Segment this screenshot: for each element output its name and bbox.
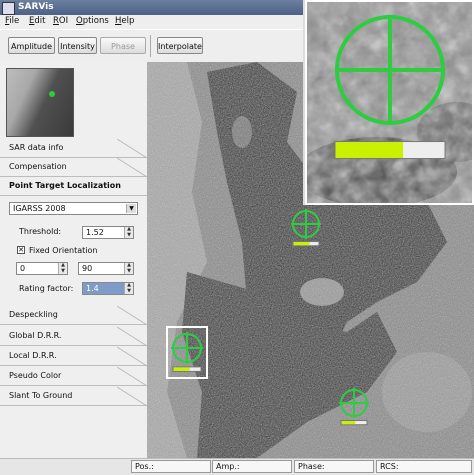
section-tab-edge [117, 306, 147, 325]
menu-options[interactable]: Options [76, 16, 109, 26]
orientation-min-value: 0 [20, 264, 26, 273]
method-select[interactable]: IGARSS 2008 ▼ [9, 202, 138, 215]
fixed-orientation-checkbox[interactable]: ✕ [17, 246, 25, 254]
intensity-button[interactable]: Intensity [58, 37, 97, 54]
section-label: Global D.R.R. [9, 331, 62, 340]
section-slant-to-ground[interactable]: Slant To Ground [0, 387, 147, 406]
orientation-max-spinbox[interactable]: 90 ▲ ▼ [78, 262, 134, 275]
spin-arrows-icon[interactable]: ▲ ▼ [124, 226, 133, 238]
section-label: Pseudo Color [9, 371, 62, 380]
spin-arrows-icon[interactable]: ▲ ▼ [124, 282, 133, 294]
status-rcs: RCS: [376, 460, 472, 473]
window-menu-icon[interactable] [2, 2, 15, 15]
overview-position-marker [49, 91, 55, 97]
toolbar-separator [150, 35, 151, 57]
threshold-spinbox[interactable]: 1.52 ▲ ▼ [82, 226, 134, 239]
window-title: SARVis [18, 2, 54, 12]
section-tab-edge [117, 387, 147, 406]
section-sar-data-info[interactable]: SAR data info [0, 139, 147, 158]
menu-bar: File Edit ROI Options Help [0, 15, 305, 29]
fixed-orientation-label: Fixed Orientation [29, 246, 98, 255]
orientation-min-spinbox[interactable]: 0 ▲ ▼ [16, 262, 68, 275]
section-label: Point Target Localization [9, 181, 121, 190]
menu-edit[interactable]: Edit [29, 16, 45, 26]
section-despeckling[interactable]: Despeckling [0, 306, 147, 325]
spin-arrows-icon[interactable]: ▲ ▼ [58, 262, 67, 274]
section-pseudo-color[interactable]: Pseudo Color [0, 367, 147, 386]
section-local-drr[interactable]: Local D.R.R. [0, 347, 147, 366]
amplitude-button[interactable]: Amplitude [8, 37, 55, 54]
section-global-drr[interactable]: Global D.R.R. [0, 327, 147, 346]
title-bar: SARVis [0, 0, 305, 15]
section-label: Compensation [9, 162, 67, 171]
zoom-target-marker [334, 15, 446, 160]
section-label: Slant To Ground [9, 391, 73, 400]
section-tab-edge [117, 327, 147, 346]
rating-factor-spinbox[interactable]: 1.4 ▲ ▼ [82, 282, 134, 295]
method-select-value: IGARSS 2008 [13, 204, 66, 213]
orientation-max-value: 90 [82, 264, 93, 273]
status-amplitude: Amp.: [212, 460, 292, 473]
threshold-value: 1.52 [86, 228, 104, 237]
roi-selection-box[interactable] [166, 326, 208, 379]
rating-bar-fill [335, 142, 404, 159]
section-label: SAR data info [9, 143, 64, 152]
section-point-target-localization[interactable]: Point Target Localization [0, 177, 147, 196]
status-position: Pos.: [131, 460, 211, 473]
section-tab-edge [117, 139, 147, 158]
section-tab-edge [117, 347, 147, 366]
menu-file[interactable]: File [5, 16, 19, 26]
chevron-down-icon: ▼ [126, 204, 136, 213]
zoom-target-overlay [334, 15, 446, 160]
menu-roi[interactable]: ROI [53, 16, 68, 26]
section-label: Local D.R.R. [9, 351, 57, 360]
section-tab-edge [117, 367, 147, 386]
overview-thumbnail[interactable] [6, 68, 74, 137]
status-phase: Phase: [294, 460, 374, 473]
interpolate-button[interactable]: Interpolate [157, 37, 203, 54]
threshold-label: Threshold: [19, 227, 62, 236]
section-label: Despeckling [9, 310, 58, 319]
rating-factor-label: Rating factor: [19, 284, 74, 293]
spin-arrows-icon[interactable]: ▲ ▼ [124, 262, 133, 274]
menu-help[interactable]: Help [115, 16, 134, 26]
section-tab-edge [117, 158, 147, 177]
phase-button[interactable]: Phase [100, 37, 146, 54]
section-compensation[interactable]: Compensation [0, 158, 147, 177]
rating-factor-value: 1.4 [86, 284, 99, 293]
